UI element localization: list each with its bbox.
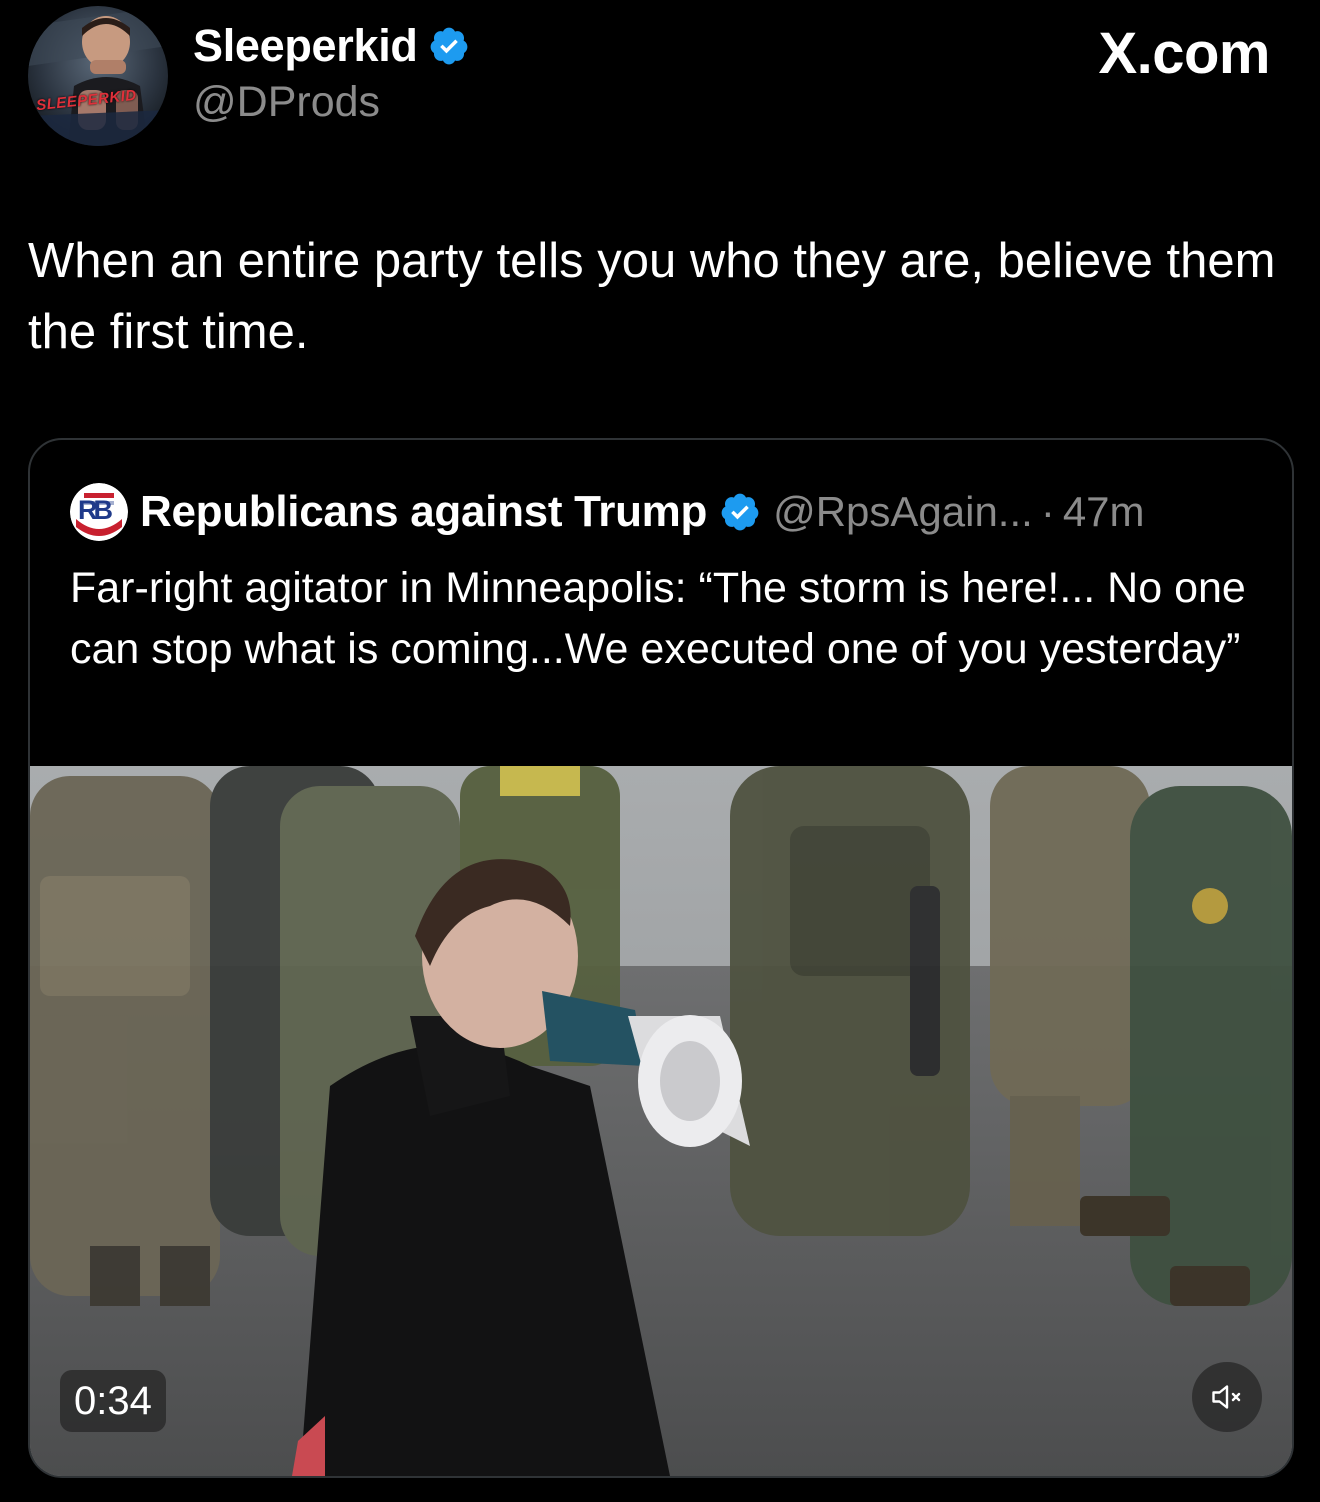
verified-badge-icon (428, 25, 470, 67)
quoted-tweet-text: Far-right agitator in Minneapolis: “The … (70, 564, 1246, 673)
tweet: SLEEPERKID Sleeperkid @DProds X.com When… (0, 0, 1320, 1502)
mute-toggle-button[interactable] (1192, 1362, 1262, 1432)
quoted-author-avatar[interactable]: RB (70, 483, 128, 541)
video-thumbnail (30, 766, 1292, 1476)
speaker-muted-icon (1212, 1385, 1241, 1409)
quoted-verified-badge-icon (719, 491, 761, 533)
site-mark: X.com (1098, 21, 1270, 86)
author-avatar-image (28, 6, 168, 146)
quoted-separator: · (1040, 488, 1055, 535)
quoted-timestamp[interactable]: 47m (1063, 488, 1145, 536)
quoted-tweet-card[interactable]: RB Republicans against Trump @RpsAgain..… (28, 438, 1294, 1478)
quoted-author-display-name[interactable]: Republicans against Trump (140, 487, 707, 537)
quoted-tweet-header: RB Republicans against Trump @RpsAgain..… (70, 483, 1145, 541)
author-name-row: Sleeperkid (193, 18, 470, 74)
quoted-author-handle[interactable]: @RpsAgain... (773, 488, 1033, 536)
video-duration-badge: 0:34 (60, 1370, 166, 1432)
author-handle[interactable]: @DProds (193, 78, 380, 127)
author-display-name[interactable]: Sleeperkid (193, 20, 418, 72)
tweet-text: When an entire party tells you who they … (28, 234, 1276, 359)
author-avatar[interactable]: SLEEPERKID (28, 6, 168, 146)
video-player[interactable]: 0:34 (30, 766, 1292, 1476)
quoted-author-avatar-label: RB (78, 495, 113, 525)
